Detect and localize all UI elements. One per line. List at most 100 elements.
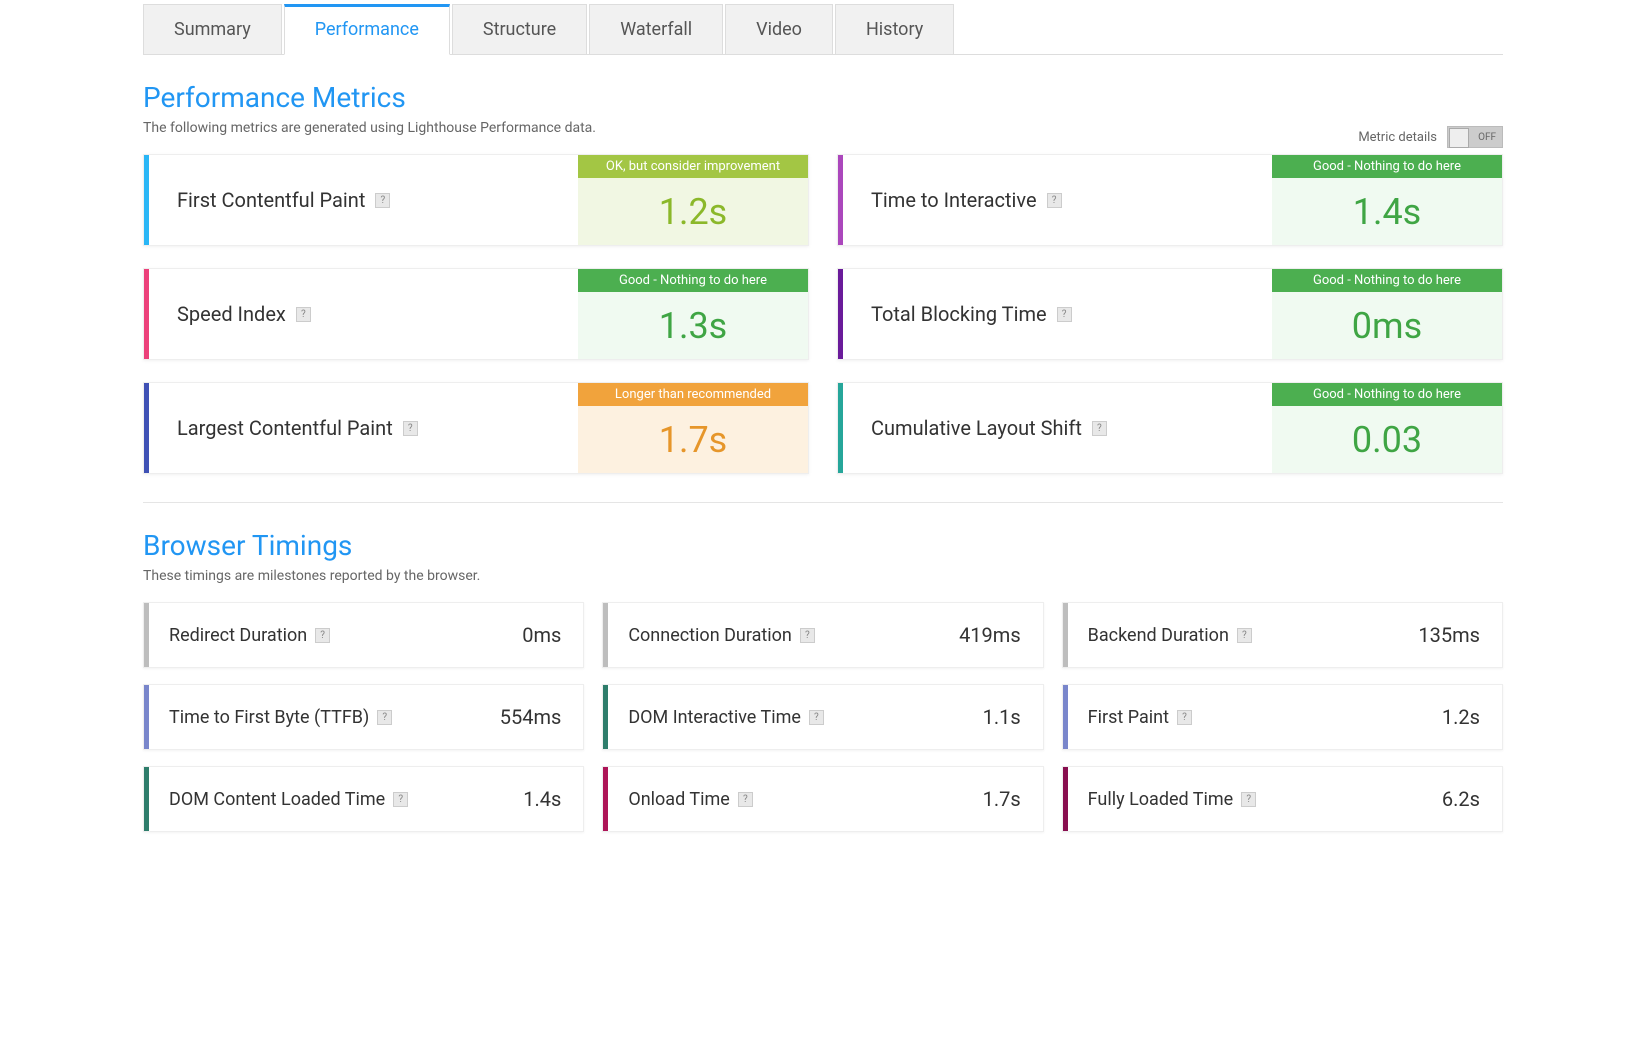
metric-status: Longer than recommended [578, 383, 808, 406]
metric-name: Largest Contentful Paint [177, 416, 393, 440]
metric-name: Cumulative Layout Shift [871, 416, 1082, 440]
metric-score: Good - Nothing to do here 0ms [1272, 269, 1502, 359]
timing-value: 1.1s [983, 705, 1043, 729]
timing-value: 0ms [522, 623, 583, 647]
help-icon[interactable]: ? [1057, 307, 1072, 322]
metric-score: Good - Nothing to do here 1.3s [578, 269, 808, 359]
timing-label: Time to First Byte (TTFB) ? [149, 707, 500, 728]
tab-video[interactable]: Video [725, 4, 833, 54]
metric-value: 1.7s [578, 406, 808, 473]
timing-name: Time to First Byte (TTFB) [169, 707, 369, 728]
help-icon[interactable]: ? [393, 792, 408, 807]
timing-name: DOM Interactive Time [628, 707, 801, 728]
metric-status: OK, but consider improvement [578, 155, 808, 178]
timing-card: First Paint ? 1.2s [1062, 684, 1503, 750]
metric-details-label: Metric details [1358, 130, 1437, 145]
metric-card: Time to Interactive ? Good - Nothing to … [837, 154, 1503, 246]
divider [143, 502, 1503, 503]
metric-card: Cumulative Layout Shift ? Good - Nothing… [837, 382, 1503, 474]
timing-card: DOM Content Loaded Time ? 1.4s [143, 766, 584, 832]
help-icon[interactable]: ? [315, 628, 330, 643]
timings-grid: Redirect Duration ? 0ms Connection Durat… [143, 602, 1503, 832]
timing-value: 419ms [959, 623, 1043, 647]
help-icon[interactable]: ? [377, 710, 392, 725]
timing-card: DOM Interactive Time ? 1.1s [602, 684, 1043, 750]
metric-card: Speed Index ? Good - Nothing to do here … [143, 268, 809, 360]
timing-label: DOM Content Loaded Time ? [149, 789, 523, 810]
metric-status: Good - Nothing to do here [578, 269, 808, 292]
timing-card: Time to First Byte (TTFB) ? 554ms [143, 684, 584, 750]
timing-name: Redirect Duration [169, 625, 307, 646]
metric-label: First Contentful Paint ? [149, 155, 578, 245]
timing-name: DOM Content Loaded Time [169, 789, 385, 810]
timing-label: Redirect Duration ? [149, 625, 522, 646]
help-icon[interactable]: ? [296, 307, 311, 322]
timing-card: Redirect Duration ? 0ms [143, 602, 584, 668]
perf-metrics-title: Performance Metrics [143, 81, 1503, 114]
metric-card: Total Blocking Time ? Good - Nothing to … [837, 268, 1503, 360]
timing-card: Backend Duration ? 135ms [1062, 602, 1503, 668]
metric-label: Time to Interactive ? [843, 155, 1272, 245]
timing-value: 6.2s [1442, 787, 1502, 811]
help-icon[interactable]: ? [375, 193, 390, 208]
timing-label: DOM Interactive Time ? [608, 707, 982, 728]
metric-status: Good - Nothing to do here [1272, 155, 1502, 178]
tabs: SummaryPerformanceStructureWaterfallVide… [143, 4, 1503, 55]
browser-timings-subtitle: These timings are milestones reported by… [143, 568, 1503, 584]
timing-label: Connection Duration ? [608, 625, 959, 646]
metric-score: Longer than recommended 1.7s [578, 383, 808, 473]
tab-summary[interactable]: Summary [143, 4, 282, 54]
help-icon[interactable]: ? [403, 421, 418, 436]
timing-value: 1.7s [983, 787, 1043, 811]
help-icon[interactable]: ? [1177, 710, 1192, 725]
metric-name: First Contentful Paint [177, 188, 365, 212]
timing-name: First Paint [1088, 707, 1169, 728]
timing-value: 1.2s [1442, 705, 1502, 729]
help-icon[interactable]: ? [738, 792, 753, 807]
metric-name: Time to Interactive [871, 188, 1037, 212]
help-icon[interactable]: ? [1047, 193, 1062, 208]
timing-name: Backend Duration [1088, 625, 1229, 646]
help-icon[interactable]: ? [1237, 628, 1252, 643]
tab-history[interactable]: History [835, 4, 954, 54]
metric-label: Cumulative Layout Shift ? [843, 383, 1272, 473]
metric-details-toggle[interactable]: OFF [1447, 126, 1503, 148]
tab-waterfall[interactable]: Waterfall [589, 4, 723, 54]
metric-value: 0.03 [1272, 406, 1502, 473]
metric-name: Total Blocking Time [871, 302, 1047, 326]
tab-structure[interactable]: Structure [452, 4, 587, 54]
timing-name: Fully Loaded Time [1088, 789, 1234, 810]
browser-timings-title: Browser Timings [143, 529, 1503, 562]
metric-card: Largest Contentful Paint ? Longer than r… [143, 382, 809, 474]
help-icon[interactable]: ? [809, 710, 824, 725]
metric-value: 1.3s [578, 292, 808, 359]
perf-metrics-subtitle: The following metrics are generated usin… [143, 120, 596, 136]
metrics-grid: First Contentful Paint ? OK, but conside… [143, 154, 1503, 474]
metric-name: Speed Index [177, 302, 286, 326]
metric-value: 1.4s [1272, 178, 1502, 245]
metric-label: Largest Contentful Paint ? [149, 383, 578, 473]
timing-value: 1.4s [523, 787, 583, 811]
metric-value: 1.2s [578, 178, 808, 245]
metric-score: OK, but consider improvement 1.2s [578, 155, 808, 245]
timing-value: 554ms [500, 705, 584, 729]
timing-label: Backend Duration ? [1068, 625, 1419, 646]
help-icon[interactable]: ? [1092, 421, 1107, 436]
metric-card: First Contentful Paint ? OK, but conside… [143, 154, 809, 246]
metric-score: Good - Nothing to do here 1.4s [1272, 155, 1502, 245]
timing-card: Onload Time ? 1.7s [602, 766, 1043, 832]
metric-score: Good - Nothing to do here 0.03 [1272, 383, 1502, 473]
timing-value: 135ms [1418, 623, 1502, 647]
metric-value: 0ms [1272, 292, 1502, 359]
timing-card: Fully Loaded Time ? 6.2s [1062, 766, 1503, 832]
tab-performance[interactable]: Performance [284, 4, 450, 55]
timing-label: Fully Loaded Time ? [1068, 789, 1442, 810]
metric-status: Good - Nothing to do here [1272, 269, 1502, 292]
timing-name: Connection Duration [628, 625, 792, 646]
metric-label: Total Blocking Time ? [843, 269, 1272, 359]
timing-card: Connection Duration ? 419ms [602, 602, 1043, 668]
help-icon[interactable]: ? [1241, 792, 1256, 807]
metric-status: Good - Nothing to do here [1272, 383, 1502, 406]
help-icon[interactable]: ? [800, 628, 815, 643]
metric-label: Speed Index ? [149, 269, 578, 359]
